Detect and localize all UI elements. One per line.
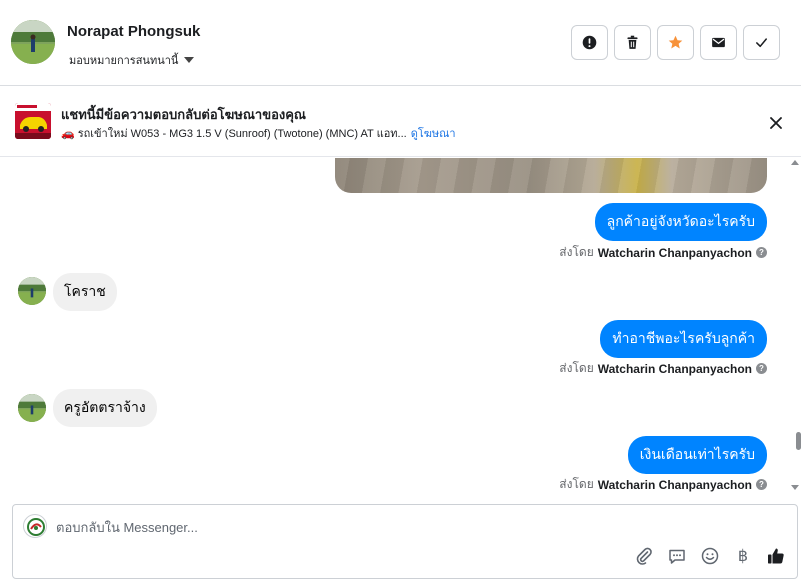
- star-button[interactable]: [657, 25, 694, 60]
- help-icon[interactable]: ?: [756, 363, 767, 374]
- sender-name[interactable]: Watcharin Chanpanyachon: [598, 362, 752, 376]
- check-icon: [756, 38, 767, 48]
- thread-scrollbar[interactable]: [790, 158, 801, 496]
- page-logo-icon: [27, 518, 45, 536]
- avatar[interactable]: [18, 277, 46, 305]
- assign-conversation-dropdown[interactable]: มอบหมายการสนทนานี้: [69, 51, 195, 69]
- shared-photo-message[interactable]: [335, 158, 767, 193]
- envelope-icon: [712, 37, 725, 48]
- car-icon: 🚗: [61, 128, 75, 140]
- outgoing-message[interactable]: เงินเดือนเท่าไรครับ: [627, 436, 767, 474]
- outgoing-message[interactable]: ลูกค้าอยู่จังหวัดอะไรครับ: [594, 203, 767, 241]
- help-icon[interactable]: ?: [756, 479, 767, 490]
- paperclip-icon: [636, 547, 652, 565]
- ad-reply-banner: แชทนี้มีข้อความตอบกลับต่อโฆษณาของคุณ 🚗 รถ…: [0, 87, 801, 157]
- mark-done-button[interactable]: [743, 25, 780, 60]
- delete-button[interactable]: [614, 25, 651, 60]
- reply-composer: ฿: [12, 504, 798, 579]
- emoji-icon: [701, 547, 719, 565]
- page-avatar: [23, 514, 47, 538]
- header-actions: [571, 25, 780, 60]
- sent-by-label: ส่งโดย: [559, 245, 594, 259]
- scroll-up-arrow-icon[interactable]: [791, 160, 799, 165]
- help-icon[interactable]: ?: [756, 247, 767, 258]
- contact-name: Norapat Phongsuk: [67, 23, 201, 40]
- like-button[interactable]: [765, 545, 787, 567]
- sent-by-line: ส่งโดย Watcharin Chanpanyachon ?: [559, 359, 767, 378]
- sender-name[interactable]: Watcharin Chanpanyachon: [598, 478, 752, 492]
- messenger-inbox-conversation: Norapat Phongsuk มอบหมายการสนทนานี้ แชทน…: [0, 0, 801, 581]
- avatar-photo: [11, 20, 55, 64]
- sent-by-label: ส่งโดย: [559, 477, 594, 491]
- scroll-down-arrow-icon[interactable]: [791, 485, 799, 490]
- sent-by-line: ส่งโดย Watcharin Chanpanyachon ?: [559, 475, 767, 494]
- sender-name[interactable]: Watcharin Chanpanyachon: [598, 246, 752, 260]
- ad-description: รถเข้าใหม่ W053 - MG3 1.5 V (Sunroof) (T…: [77, 128, 407, 140]
- saved-reply-icon: [669, 549, 685, 564]
- emoji-button[interactable]: [699, 545, 721, 567]
- view-ad-link[interactable]: ดูโฆษณา: [411, 128, 456, 140]
- sent-by-label: ส่งโดย: [559, 361, 594, 375]
- photo-texture: [335, 158, 767, 193]
- avatar-photo: [18, 394, 46, 422]
- attach-button[interactable]: [633, 545, 655, 567]
- star-icon: [668, 35, 683, 49]
- reply-input[interactable]: [56, 517, 656, 537]
- message-thread[interactable]: ลูกค้าอยู่จังหวัดอะไรครับ ส่งโดย Watchar…: [0, 158, 790, 496]
- avatar-photo: [18, 277, 46, 305]
- report-button[interactable]: [571, 25, 608, 60]
- incoming-message[interactable]: ครูอัตตราจ้าง: [53, 389, 157, 427]
- caret-down-icon: [184, 57, 195, 63]
- composer-tools: ฿: [633, 545, 787, 567]
- avatar[interactable]: [18, 394, 46, 422]
- assign-label: มอบหมายการสนทนานี้: [69, 55, 179, 67]
- mark-unread-button[interactable]: [700, 25, 737, 60]
- scroll-thumb[interactable]: [796, 432, 801, 450]
- thumbs-up-icon: [768, 548, 784, 564]
- report-icon: [582, 35, 597, 50]
- payment-button[interactable]: ฿: [732, 545, 754, 567]
- ad-banner-title: แชทนี้มีข้อความตอบกลับต่อโฆษณาของคุณ: [61, 107, 306, 122]
- outgoing-message[interactable]: ทำอาชีพอะไรครับลูกค้า: [600, 320, 767, 358]
- conversation-header: Norapat Phongsuk มอบหมายการสนทนานี้: [0, 0, 801, 86]
- trash-icon: [627, 35, 638, 49]
- ad-thumbnail[interactable]: [15, 103, 51, 139]
- avatar[interactable]: [11, 20, 55, 64]
- baht-icon: ฿: [737, 548, 749, 565]
- incoming-message[interactable]: โคราช: [53, 273, 117, 311]
- ad-banner-subtitle: 🚗 รถเข้าใหม่ W053 - MG3 1.5 V (Sunroof) (…: [61, 124, 456, 142]
- saved-replies-button[interactable]: [666, 545, 688, 567]
- sent-by-line: ส่งโดย Watcharin Chanpanyachon ?: [559, 243, 767, 262]
- close-icon[interactable]: [767, 114, 785, 132]
- ad-car-image: [15, 103, 51, 139]
